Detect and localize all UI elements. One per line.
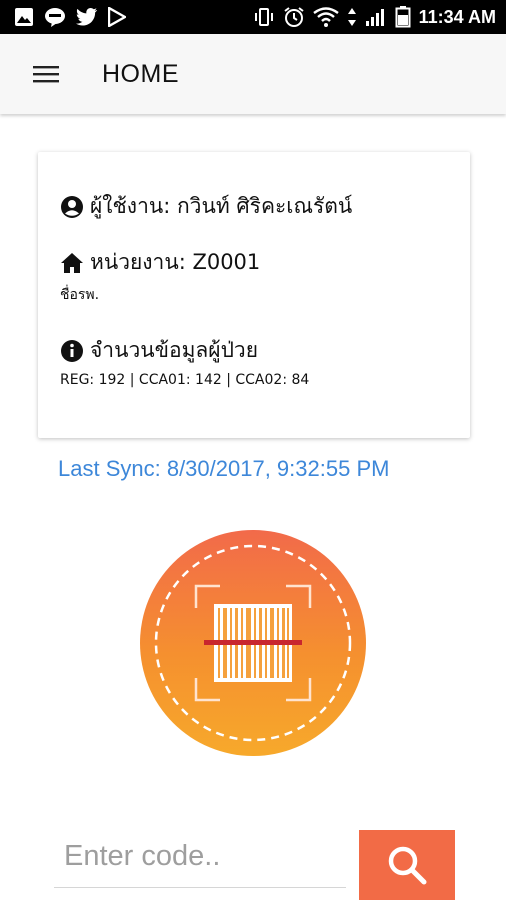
system-icons: 11:34 AM bbox=[253, 6, 496, 28]
barcode-scan-icon bbox=[154, 544, 352, 742]
unit-row: หน่วยงาน: Z0001 bbox=[60, 246, 260, 279]
info-card: ผู้ใช้งาน: กวินท์ ศิริคะเณรัตน์ หน่วยงาน… bbox=[38, 152, 470, 438]
wifi-icon bbox=[312, 7, 339, 27]
patients-row: จำนวนข้อมูลผู้ป่วย bbox=[60, 334, 258, 367]
scan-barcode-button[interactable] bbox=[140, 530, 366, 756]
info-icon bbox=[60, 339, 84, 363]
data-arrows-icon bbox=[347, 7, 357, 27]
user-row: ผู้ใช้งาน: กวินท์ ศิริคะเณรัตน์ bbox=[60, 190, 352, 223]
code-input[interactable] bbox=[54, 826, 346, 888]
twitter-icon bbox=[76, 8, 98, 26]
last-sync-text: Last Sync: 8/30/2017, 9:32:55 PM bbox=[58, 456, 390, 481]
patient-counts: REG: 192 | CCA01: 142 | CCA02: 84 bbox=[60, 372, 310, 388]
app-bar: HOME bbox=[0, 34, 506, 114]
patients-label: จำนวนข้อมูลผู้ป่วย bbox=[90, 338, 259, 362]
signal-icon bbox=[365, 7, 387, 27]
notification-icons bbox=[14, 7, 126, 27]
account-circle-icon bbox=[60, 195, 84, 219]
battery-icon bbox=[395, 6, 411, 28]
play-store-icon bbox=[108, 7, 126, 27]
clock: 11:34 AM bbox=[418, 6, 496, 27]
hamburger-menu-icon bbox=[33, 66, 59, 83]
status-bar: 11:34 AM bbox=[0, 0, 506, 34]
user-label: ผู้ใช้งาน: กวินท์ ศิริคะเณรัตน์ bbox=[90, 194, 353, 218]
search-icon bbox=[388, 846, 427, 885]
home-icon bbox=[60, 251, 84, 275]
line-chat-icon bbox=[44, 7, 66, 27]
unit-label: หน่วยงาน: Z0001 bbox=[90, 250, 261, 274]
search-button[interactable] bbox=[359, 830, 455, 900]
alarm-icon bbox=[283, 6, 305, 28]
page-title: HOME bbox=[102, 59, 179, 88]
hospital-name: ชื่อรพ. bbox=[60, 287, 100, 303]
gallery-icon bbox=[14, 7, 34, 27]
menu-button[interactable] bbox=[24, 52, 68, 96]
vibrate-icon bbox=[253, 7, 275, 27]
